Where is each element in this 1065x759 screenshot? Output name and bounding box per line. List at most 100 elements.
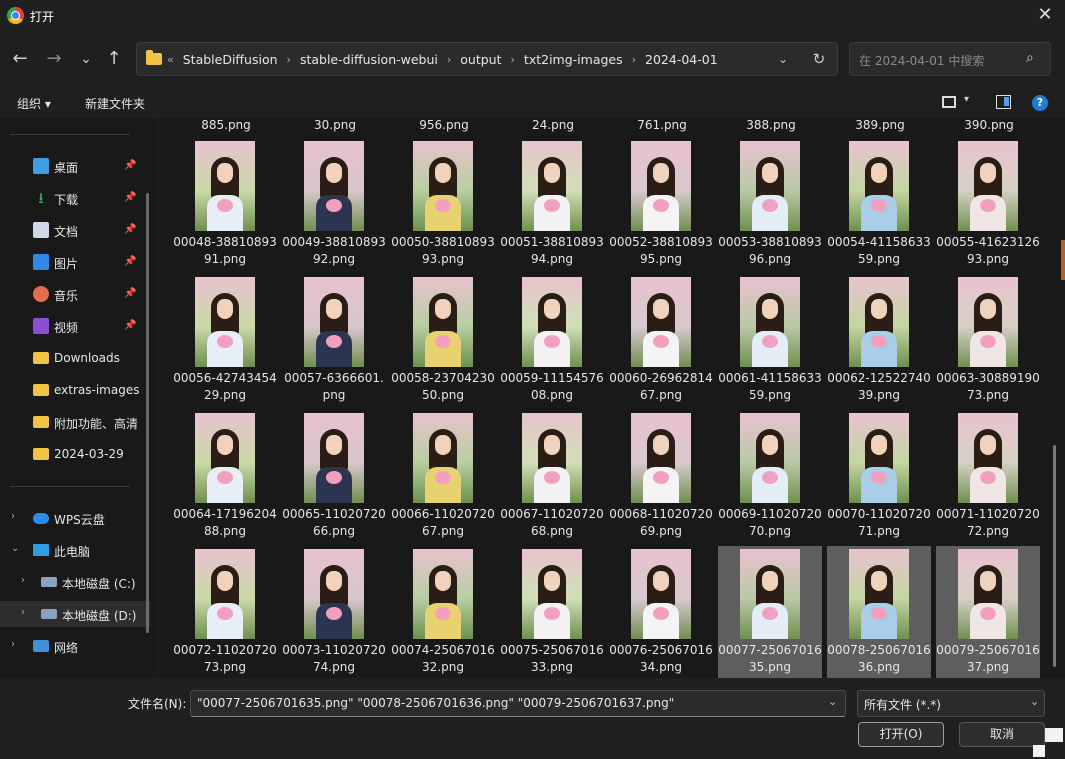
file-tile[interactable]: 00070-1102072071.png: [827, 410, 931, 542]
chevron-down-icon[interactable]: ⌄: [1030, 695, 1039, 708]
sidebar-item-desktop[interactable]: 桌面 📌: [0, 153, 150, 179]
file-tile[interactable]: 00073-1102072074.png: [282, 546, 386, 678]
file-tile[interactable]: 00071-1102072072.png: [936, 410, 1040, 542]
file-tile[interactable]: 00053-3881089396.png: [718, 138, 822, 270]
chevron-right-icon[interactable]: ›: [21, 607, 25, 618]
file-tile[interactable]: 00052-3881089395.png: [609, 138, 713, 270]
sidebar-item-pictures[interactable]: 图片 📌: [0, 249, 150, 275]
file-tile[interactable]: 00066-1102072067.png: [391, 410, 495, 542]
file-tile[interactable]: 00049-3881089392.png: [282, 138, 386, 270]
file-tile[interactable]: 00054-4115863359.png: [827, 138, 931, 270]
file-name-partial[interactable]: 956.png: [394, 118, 494, 132]
chevron-right-icon[interactable]: ›: [511, 53, 515, 66]
file-name-partial[interactable]: 885.png: [176, 118, 276, 132]
file-name-partial[interactable]: 390.png: [939, 118, 1039, 132]
pin-icon[interactable]: 📌: [124, 224, 136, 235]
file-tile[interactable]: 00075-2506701633.png: [500, 546, 604, 678]
file-tile[interactable]: 00061-4115863359.png: [718, 274, 822, 406]
sidebar-item-2024-03-29[interactable]: 2024-03-29: [0, 441, 150, 467]
file-tile[interactable]: 00048-3881089391.png: [173, 138, 277, 270]
address-bar[interactable]: « StableDiffusion › stable-diffusion-web…: [136, 42, 838, 76]
breadcrumb-item[interactable]: stable-diffusion-webui: [300, 52, 438, 67]
sidebar-item-music[interactable]: 音乐 📌: [0, 281, 150, 307]
cancel-button[interactable]: 取消: [959, 722, 1045, 747]
forward-button[interactable]: →: [40, 45, 68, 73]
file-tile[interactable]: 00055-4162312693.png: [936, 138, 1040, 270]
sidebar-item-downloads-cn[interactable]: ⭳ 下载 📌: [0, 185, 150, 211]
preview-pane-icon[interactable]: [996, 95, 1011, 109]
chevron-right-icon[interactable]: ›: [11, 511, 15, 522]
sidebar-scrollbar[interactable]: [146, 193, 149, 633]
chevron-right-icon[interactable]: ›: [287, 53, 291, 66]
file-name-partial[interactable]: 388.png: [721, 118, 821, 132]
file-tile[interactable]: 00079-2506701637.png: [936, 546, 1040, 678]
close-button[interactable]: ✕: [1033, 4, 1057, 26]
file-tile[interactable]: 00063-3088919073.png: [936, 274, 1040, 406]
chevron-right-icon[interactable]: ›: [11, 639, 15, 650]
chevron-down-icon[interactable]: ⌄: [11, 543, 19, 554]
file-tile[interactable]: 00067-1102072068.png: [500, 410, 604, 542]
sidebar-item-wps-cloud[interactable]: › WPS云盘: [0, 505, 150, 531]
file-tile[interactable]: 00060-2696281467.png: [609, 274, 713, 406]
sidebar-item-videos[interactable]: 视频 📌: [0, 313, 150, 339]
sidebar-item-extras-hd[interactable]: 附加功能、高清: [0, 409, 150, 435]
file-tile[interactable]: 00078-2506701636.png: [827, 546, 931, 678]
file-tile[interactable]: 00077-2506701635.png: [718, 546, 822, 678]
chevron-right-icon[interactable]: ›: [632, 53, 636, 66]
search-icon[interactable]: ⌕: [1026, 51, 1040, 65]
file-tile[interactable]: 00068-1102072069.png: [609, 410, 713, 542]
new-folder-button[interactable]: 新建文件夹: [85, 95, 145, 112]
pin-icon[interactable]: 📌: [124, 192, 136, 203]
file-tile[interactable]: 00069-1102072070.png: [718, 410, 822, 542]
filename-input[interactable]: "00077-2506701635.png" "00078-2506701636…: [190, 690, 846, 717]
file-tile[interactable]: 00059-1115457608.png: [500, 274, 604, 406]
up-button[interactable]: ↑: [100, 45, 128, 73]
file-name-partial[interactable]: 761.png: [612, 118, 712, 132]
breadcrumb-overflow[interactable]: «: [167, 53, 174, 66]
sidebar-item-drive-d[interactable]: › 本地磁盘 (D:): [0, 601, 150, 627]
file-tile[interactable]: 00051-3881089394.png: [500, 138, 604, 270]
sidebar-item-downloads[interactable]: Downloads: [0, 345, 150, 371]
address-dropdown-button[interactable]: ⌄: [771, 48, 795, 70]
sidebar-item-extras-images[interactable]: extras-images: [0, 377, 150, 403]
view-mode-icon[interactable]: [942, 96, 956, 108]
sidebar-item-network[interactable]: › 网络: [0, 633, 150, 659]
pin-icon[interactable]: 📌: [124, 288, 136, 299]
refresh-button[interactable]: ↻: [807, 48, 831, 70]
breadcrumb-item[interactable]: 2024-04-01: [645, 52, 718, 67]
help-icon[interactable]: ?: [1032, 95, 1048, 111]
file-tile[interactable]: 00062-1252274039.png: [827, 274, 931, 406]
view-dropdown[interactable]: ▾: [964, 94, 969, 105]
breadcrumb-item[interactable]: StableDiffusion: [183, 52, 278, 67]
file-tile[interactable]: 00074-2506701632.png: [391, 546, 495, 678]
file-name-partial[interactable]: 389.png: [830, 118, 930, 132]
chevron-right-icon[interactable]: ›: [21, 575, 25, 586]
file-tile[interactable]: 00072-1102072073.png: [173, 546, 277, 678]
back-button[interactable]: ←: [6, 45, 34, 73]
recent-locations-button[interactable]: ⌄: [72, 45, 100, 73]
open-button[interactable]: 打开(O): [858, 722, 944, 747]
pin-icon[interactable]: 📌: [124, 160, 136, 171]
chevron-right-icon[interactable]: ›: [447, 53, 451, 66]
sidebar-item-drive-c[interactable]: › 本地磁盘 (C:): [0, 569, 150, 595]
chevron-down-icon[interactable]: ⌄: [828, 695, 837, 708]
sidebar-item-this-pc[interactable]: ⌄ 此电脑: [0, 537, 150, 563]
sidebar-item-documents[interactable]: 文档 📌: [0, 217, 150, 243]
search-input[interactable]: 在 2024-04-01 中搜索 ⌕: [849, 42, 1051, 76]
file-tile[interactable]: 00064-1719620488.png: [173, 410, 277, 542]
pin-icon[interactable]: 📌: [124, 256, 136, 267]
file-tile[interactable]: 00076-2506701634.png: [609, 546, 713, 678]
organize-menu[interactable]: 组织 ▾: [17, 95, 51, 112]
file-tile[interactable]: 00058-2370423050.png: [391, 274, 495, 406]
file-tile[interactable]: 00050-3881089393.png: [391, 138, 495, 270]
breadcrumb-item[interactable]: output: [460, 52, 501, 67]
content-scrollbar[interactable]: [1053, 445, 1056, 667]
file-name-partial[interactable]: 24.png: [503, 118, 603, 132]
file-tile[interactable]: 00065-1102072066.png: [282, 410, 386, 542]
filetype-select[interactable]: 所有文件 (*.*): [857, 690, 1045, 717]
pin-icon[interactable]: 📌: [124, 320, 136, 331]
breadcrumb-item[interactable]: txt2img-images: [524, 52, 623, 67]
file-name-partial[interactable]: 30.png: [285, 118, 385, 132]
file-tile[interactable]: 00056-4274345429.png: [173, 274, 277, 406]
file-tile[interactable]: 00057-6366601.png: [282, 274, 386, 406]
